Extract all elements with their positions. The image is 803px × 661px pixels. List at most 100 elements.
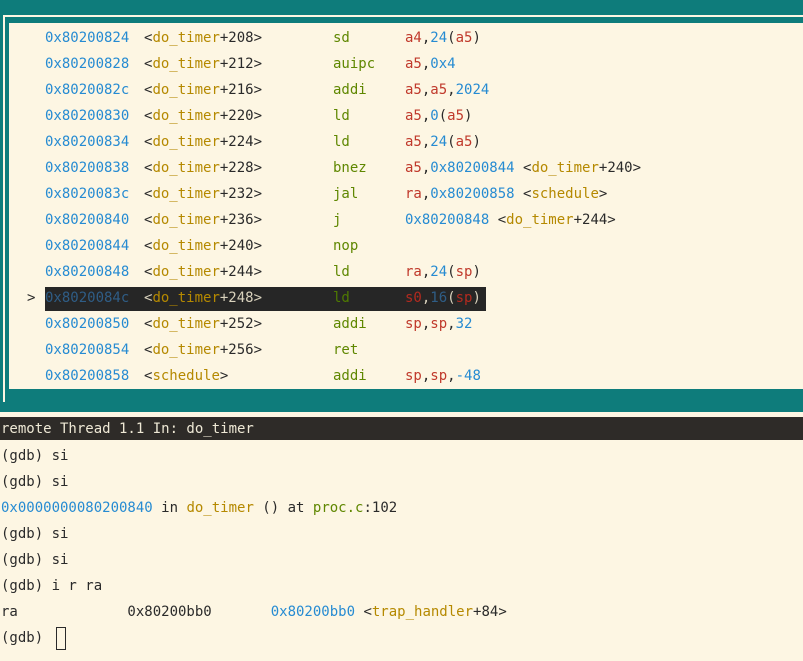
mnemonic: addi bbox=[333, 82, 367, 98]
asm-row[interactable]: 0x80200824 <do_timer+208> sd a4,24(a5) bbox=[9, 25, 803, 51]
symbol-label: <do_timer+216> bbox=[144, 82, 263, 98]
asm-row[interactable]: 0x80200838 <do_timer+228> bnez a5,0x8020084… bbox=[9, 155, 803, 181]
console-text: (gdb) si bbox=[1, 448, 69, 464]
operand-part: a5 bbox=[405, 82, 422, 98]
offset: +236 bbox=[219, 212, 254, 228]
asm-row[interactable]: 0x80200850 <do_timer+252> addi sp,sp,32 bbox=[9, 311, 803, 337]
operands: 0x80200848 <do_timer+244> bbox=[405, 207, 616, 233]
operand-part: < bbox=[514, 186, 532, 202]
function-name: do_timer bbox=[152, 342, 220, 358]
function-name: do_timer bbox=[152, 30, 220, 46]
asm-row[interactable]: 0x80200854 <do_timer+256> ret bbox=[9, 337, 803, 363]
operand-part: s0 bbox=[405, 290, 422, 306]
offset: +208 bbox=[219, 30, 254, 46]
instruction-address: 0x8020083c bbox=[45, 186, 130, 202]
operand-part: ra bbox=[405, 264, 422, 280]
operand-part: sp bbox=[455, 264, 473, 280]
operands: sp,sp,-48 bbox=[405, 363, 481, 389]
operands: ra,24(sp) bbox=[405, 259, 481, 285]
console-text: trap_handler bbox=[371, 604, 474, 620]
instruction-address: 0x80200838 bbox=[45, 160, 130, 176]
asm-row[interactable]: 0x80200834 <do_timer+224> ld a5,24(a5) bbox=[9, 129, 803, 155]
operand-part: +240> bbox=[598, 160, 642, 176]
assembly-window[interactable]: 0x80200824 <do_timer+208> sd a4,24(a5) 0x802… bbox=[9, 23, 803, 389]
function-name: do_timer bbox=[152, 134, 220, 150]
operands: a5,0x80200844 <do_timer+240> bbox=[405, 155, 641, 181]
operand-part: < bbox=[514, 160, 532, 176]
console-text: 0x0000000080200840 bbox=[1, 500, 153, 516]
instruction-address: 0x80200848 bbox=[45, 264, 130, 280]
operand-part: ( bbox=[447, 290, 456, 306]
operand-part: , bbox=[447, 368, 456, 384]
operand-part: 24 bbox=[430, 30, 448, 46]
asm-row[interactable]: 0x80200848 <do_timer+244> ld ra,24(sp) bbox=[9, 259, 803, 285]
instruction-address: 0x80200824 bbox=[45, 30, 130, 46]
mnemonic: ld bbox=[333, 134, 350, 150]
operand-part: sp bbox=[405, 368, 422, 384]
mnemonic: addi bbox=[333, 368, 367, 384]
operand-part: ( bbox=[447, 134, 456, 150]
console-text: :102 bbox=[363, 500, 398, 516]
asm-row[interactable]: 0x8020083c <do_timer+232> jal ra,0x80200858… bbox=[9, 181, 803, 207]
operand-part: -48 bbox=[455, 368, 481, 384]
console-line: (gdb) si bbox=[1, 521, 68, 547]
asm-row[interactable]: 0x80200830 <do_timer+220> ld a5,0(a5) bbox=[9, 103, 803, 129]
operands: a5,0(a5) bbox=[405, 103, 472, 129]
operand-part: schedule bbox=[531, 186, 599, 202]
operand-part: 0x80200844 bbox=[430, 160, 515, 176]
operand-part: ) bbox=[472, 264, 481, 280]
operand-part: 0 bbox=[430, 108, 439, 124]
symbol-label: <do_timer+208> bbox=[144, 30, 263, 46]
operand-part: a5 bbox=[455, 134, 473, 150]
console-text: (gdb) bbox=[1, 630, 52, 646]
asm-row[interactable]: 0x80200828 <do_timer+212> auipc a5,0x4 bbox=[9, 51, 803, 77]
function-name: do_timer bbox=[152, 238, 220, 254]
operand-part: sp bbox=[430, 368, 448, 384]
offset: +248 bbox=[219, 290, 254, 306]
operands: a5,a5,2024 bbox=[405, 77, 489, 103]
operand-part: sp bbox=[430, 316, 448, 332]
console-text: do_timer bbox=[186, 500, 254, 516]
mnemonic: bnez bbox=[333, 160, 367, 176]
mnemonic: addi bbox=[333, 316, 367, 332]
console-line: 0x0000000080200840 in do_timer () at pro… bbox=[1, 495, 397, 521]
mnemonic: nop bbox=[333, 238, 359, 254]
instruction-address: 0x80200854 bbox=[45, 342, 130, 358]
offset: +216 bbox=[219, 82, 254, 98]
text-cursor[interactable] bbox=[55, 626, 66, 650]
console-text: () at bbox=[253, 500, 313, 516]
instruction-address: 0x80200830 bbox=[45, 108, 130, 124]
offset: +232 bbox=[219, 186, 254, 202]
symbol-label: <do_timer+228> bbox=[144, 160, 263, 176]
operand-part: ra bbox=[405, 186, 422, 202]
operand-part: a5 bbox=[430, 82, 448, 98]
asm-row[interactable]: 0x80200844 <do_timer+240> nop bbox=[9, 233, 803, 259]
symbol-label: <do_timer+236> bbox=[144, 212, 263, 228]
operand-part: do_timer bbox=[506, 212, 574, 228]
offset: +240 bbox=[219, 238, 254, 254]
asm-row[interactable]: 0x80200840 <do_timer+236> j 0x80200848 <do_… bbox=[9, 207, 803, 233]
offset: +256 bbox=[219, 342, 254, 358]
operand-part: 2024 bbox=[455, 82, 490, 98]
console-text: (gdb) si bbox=[1, 552, 69, 568]
status-bar: remote Thread 1.1 In: do_timer bbox=[0, 417, 803, 440]
source-window-frame: 0x80200824 <do_timer+208> sd a4,24(a5) 0x802… bbox=[0, 0, 803, 412]
function-name: do_timer bbox=[152, 186, 220, 202]
operand-part: ( bbox=[447, 264, 456, 280]
instruction-address: 0x80200858 bbox=[45, 368, 130, 384]
asm-row[interactable]: 0x80200858 <schedule> addi sp,sp,-48 bbox=[9, 363, 803, 389]
instruction-address: 0x80200834 bbox=[45, 134, 130, 150]
console-text: (gdb) i r ra bbox=[1, 578, 103, 594]
asm-row-current[interactable]: >0x8020084c <do_timer+248> ld s0,16(sp) bbox=[9, 285, 803, 311]
operand-part: ) bbox=[464, 108, 473, 124]
console-line: (gdb) si bbox=[1, 547, 68, 573]
console-line: (gdb) si bbox=[1, 443, 68, 469]
operand-part: sp bbox=[405, 316, 422, 332]
operands: a5,24(a5) bbox=[405, 129, 481, 155]
asm-row[interactable]: 0x8020082c <do_timer+216> addi a5,a5,2024 bbox=[9, 77, 803, 103]
mnemonic: ret bbox=[333, 342, 359, 358]
operand-part: a5 bbox=[455, 30, 473, 46]
operand-part: 32 bbox=[455, 316, 473, 332]
console-line: (gdb) bbox=[1, 625, 66, 651]
operand-part: a4 bbox=[405, 30, 422, 46]
